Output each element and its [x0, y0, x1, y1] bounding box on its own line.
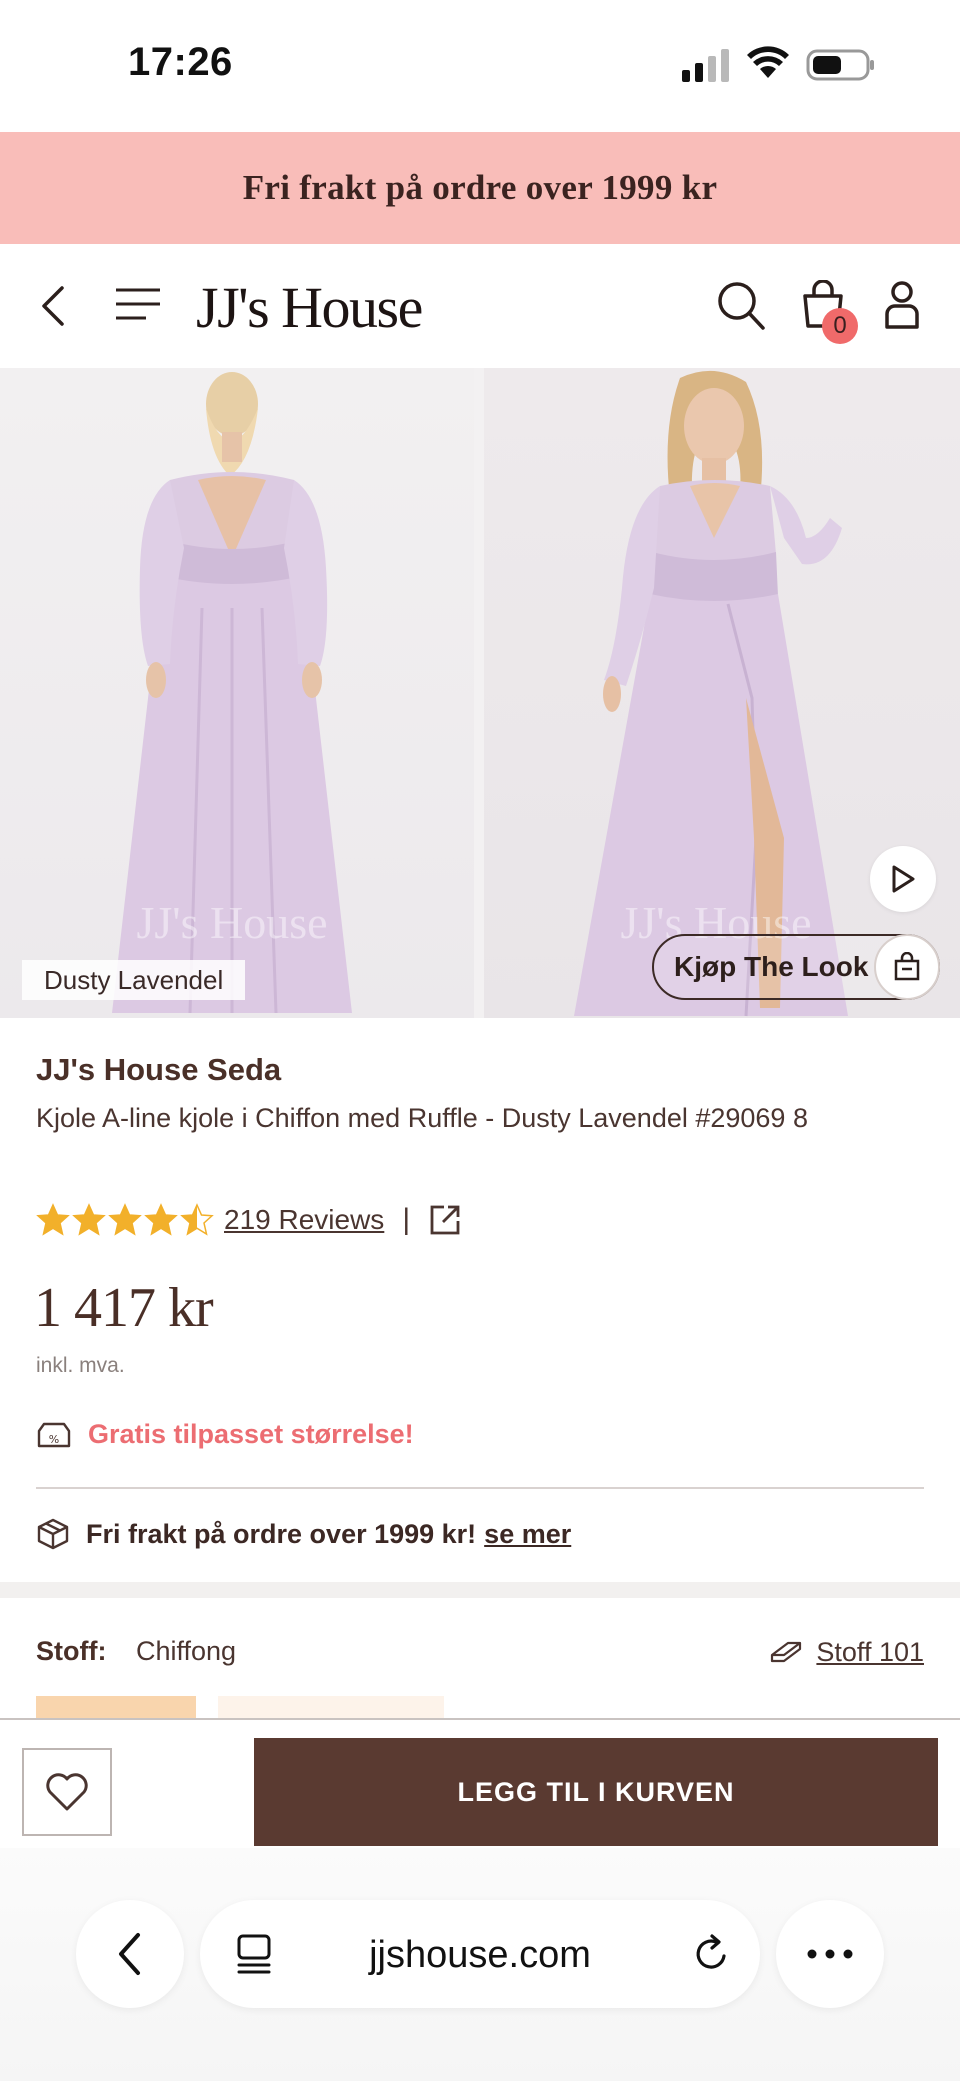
- dress-front-illustration: JJ's House: [574, 370, 848, 1017]
- address-bar[interactable]: jjshouse.com: [200, 1900, 760, 2008]
- site-logo[interactable]: JJ's House: [196, 274, 423, 341]
- play-video-button[interactable]: [870, 846, 936, 912]
- product-brand-title: JJ's House Seda: [36, 1052, 282, 1087]
- browser-toolbar: jjshouse.com: [0, 1848, 960, 2081]
- free-shipping-perk: Fri frakt på ordre over 1999 kr! se mer: [36, 1514, 571, 1554]
- wishlist-button[interactable]: [22, 1748, 112, 1836]
- heart-icon: [46, 1773, 88, 1811]
- product-photo-front[interactable]: JJ's House: [484, 368, 960, 1018]
- fabric-label: Stoff:: [36, 1636, 107, 1666]
- shop-the-look-label: Kjøp The Look: [674, 951, 869, 982]
- play-icon: [892, 865, 915, 893]
- status-time: 17:26: [128, 40, 233, 84]
- rating-separator: |: [402, 1203, 411, 1236]
- product-price: 1 417 kr: [34, 1277, 214, 1339]
- rating-row: 219 Reviews |: [36, 1200, 462, 1240]
- account-icon[interactable]: [884, 280, 920, 330]
- custom-size-text: Gratis tilpasset størrelse!: [88, 1418, 414, 1449]
- fabric-swatch[interactable]: [218, 1696, 444, 1718]
- color-name-tag: Dusty Lavendel: [22, 960, 246, 1000]
- url-text: jjshouse.com: [369, 1934, 591, 1976]
- product-photo-back[interactable]: JJ's House Dusty Lavendel: [0, 368, 474, 1018]
- fabric-roll-icon: [771, 1641, 802, 1663]
- product-gallery[interactable]: JJ's House Dusty Lavendel JJ's House: [0, 368, 960, 1018]
- wifi-icon: [747, 46, 789, 78]
- product-name: Kjole A-line kjole i Chiffon med Ruffle …: [36, 1103, 808, 1133]
- fabric-guide-text: Stoff 101: [816, 1636, 924, 1667]
- browser-back-button[interactable]: [76, 1900, 184, 2008]
- site-header: JJ's House: [0, 244, 960, 368]
- star-rating: [36, 1203, 216, 1237]
- star-icon: [108, 1203, 142, 1236]
- status-bar: 17:26: [0, 0, 960, 132]
- more-options-button[interactable]: [776, 1900, 884, 2008]
- custom-size-perk[interactable]: % Gratis tilpasset størrelse!: [36, 1414, 414, 1454]
- reviews-link[interactable]: 219 Reviews: [224, 1204, 384, 1236]
- dress-back-illustration: JJ's House: [112, 372, 352, 1014]
- more-dots-icon: [807, 1949, 853, 1959]
- star-icon: [144, 1203, 178, 1236]
- promo-banner[interactable]: Fri frakt på ordre over 1999 kr: [0, 132, 960, 244]
- svg-text:%: %: [49, 1433, 59, 1446]
- star-icon: [36, 1203, 70, 1236]
- add-to-cart-button[interactable]: LEGG TIL I KURVEN: [254, 1738, 938, 1846]
- fabric-row: Stoff: Chiffong Stoff 101: [36, 1632, 924, 1672]
- package-icon: [37, 1518, 69, 1550]
- promo-text: Fri frakt på ordre over 1999 kr: [242, 168, 718, 207]
- section-divider: [0, 1582, 960, 1598]
- vat-note: inkl. mva.: [36, 1354, 125, 1377]
- share-icon[interactable]: [428, 1203, 462, 1237]
- cart-count-badge: 0: [822, 308, 858, 344]
- battery-icon: [806, 49, 874, 81]
- star-icon: [180, 1203, 214, 1236]
- search-icon[interactable]: [716, 280, 766, 332]
- reload-icon[interactable]: [692, 1932, 732, 1976]
- back-chevron-icon[interactable]: [38, 284, 68, 328]
- menu-icon[interactable]: [114, 286, 162, 322]
- star-icon: [72, 1203, 106, 1236]
- back-chevron-icon: [119, 1933, 140, 1975]
- shopping-bag-icon: [874, 934, 940, 1000]
- shop-the-look-button[interactable]: Kjøp The Look: [652, 934, 940, 1000]
- discount-tag-icon: %: [37, 1422, 71, 1448]
- see-more-link[interactable]: se mer: [484, 1519, 571, 1550]
- fabric-guide-link[interactable]: Stoff 101: [768, 1632, 924, 1672]
- free-shipping-text: Fri frakt på ordre over 1999 kr!: [86, 1518, 477, 1549]
- cellular-signal-icon: [682, 49, 729, 82]
- bottom-action-bar: LEGG TIL I KURVEN: [0, 1718, 960, 1848]
- fabric-value: Chiffong: [136, 1636, 237, 1666]
- fabric-swatch[interactable]: [36, 1696, 196, 1718]
- divider: [36, 1487, 924, 1489]
- gallery-watermark: JJ's House: [136, 897, 327, 948]
